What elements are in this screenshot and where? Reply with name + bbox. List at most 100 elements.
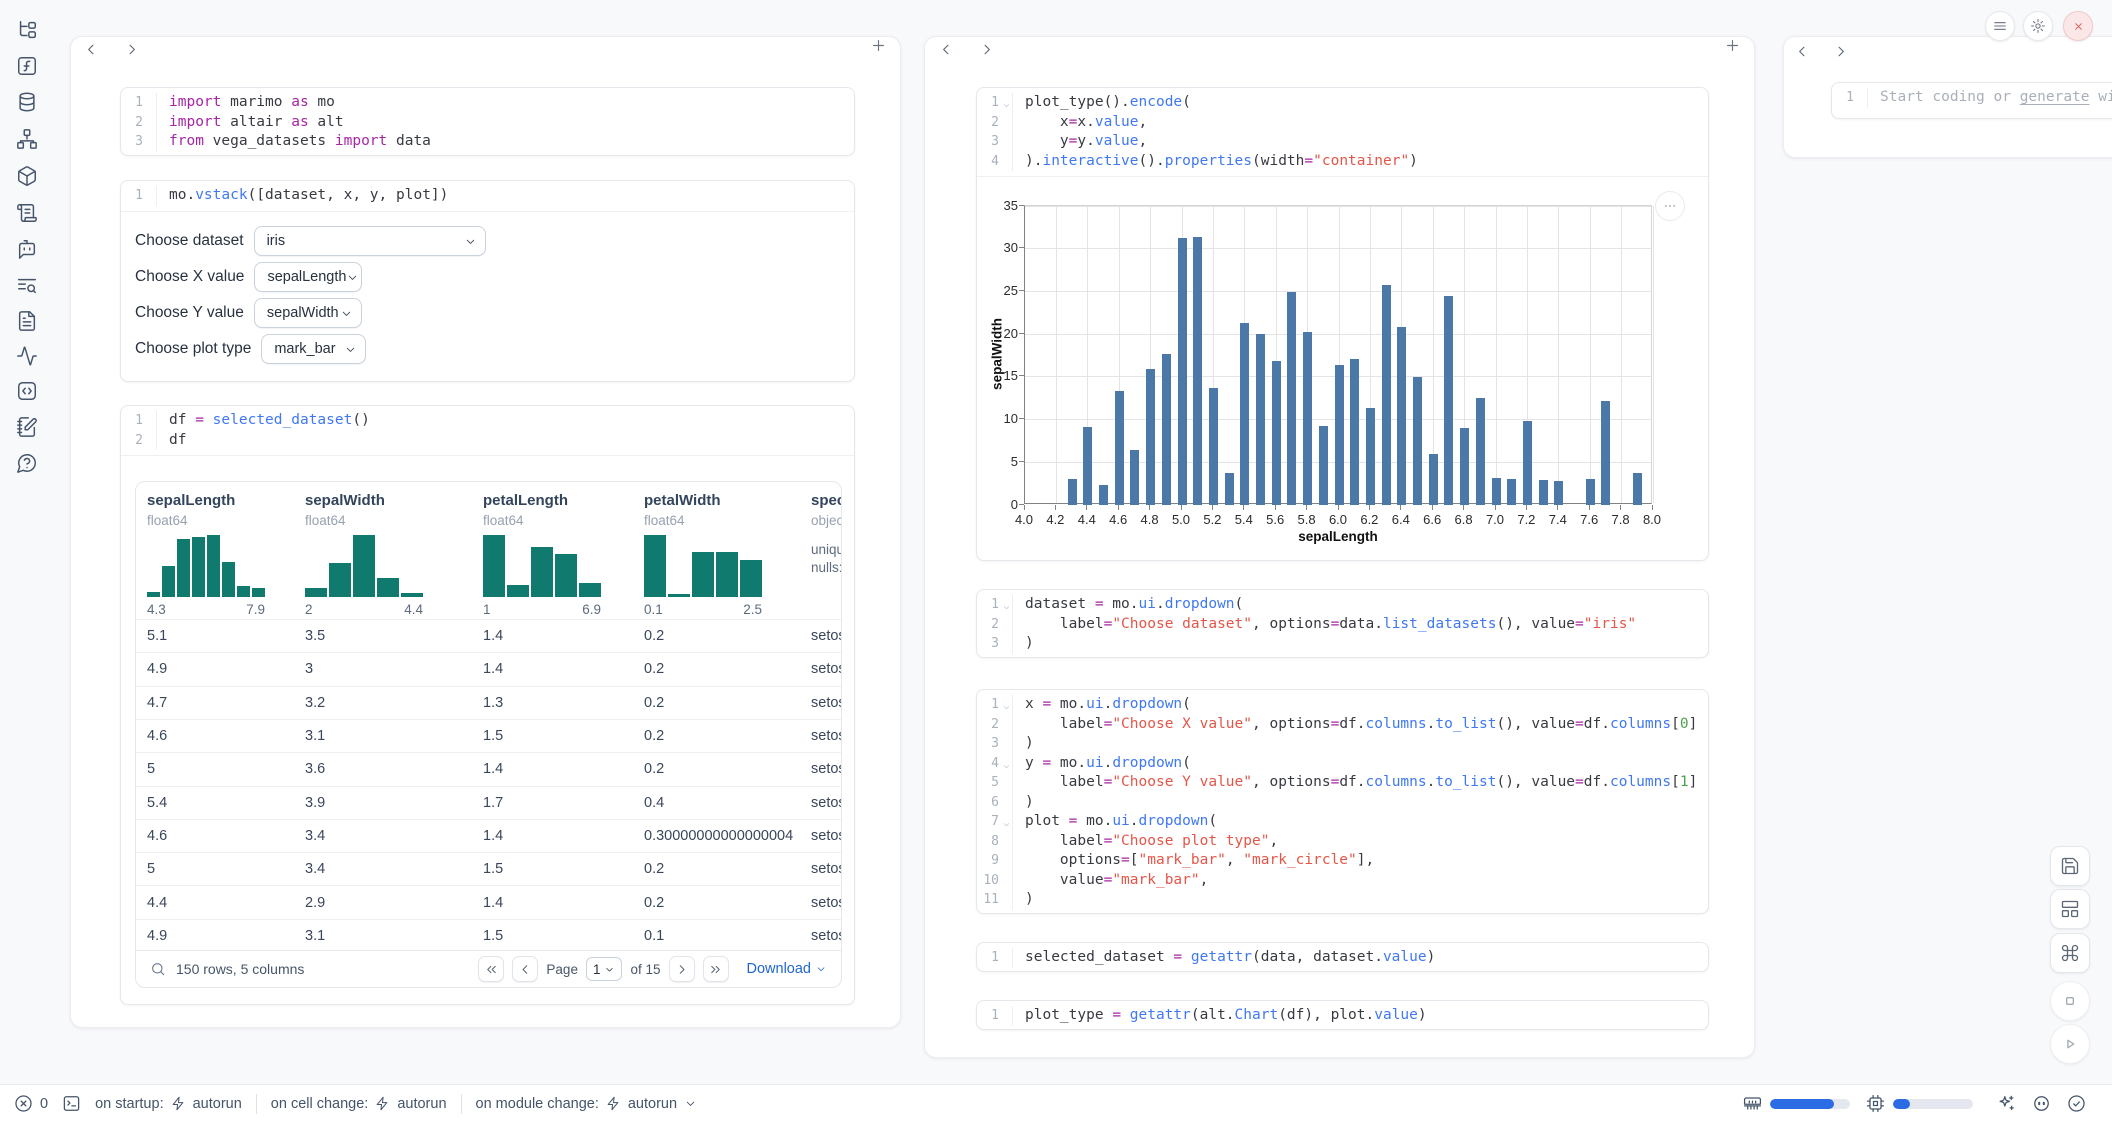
runtime-config-1[interactable]: on startup:autorun — [95, 1096, 242, 1112]
code-cell-plot-type[interactable]: 1plot_type = getattr(alt.Chart(df), plot… — [976, 1000, 1709, 1030]
config-value: autorun — [193, 1096, 242, 1112]
dropdown-label: Choose X value — [135, 268, 244, 286]
sidebar-bot-message-button[interactable] — [15, 237, 39, 261]
histogram-bar — [644, 535, 666, 597]
code-editor[interactable]: 1mo.vstack([dataset, x, y, plot]) — [121, 181, 854, 211]
chart-bar — [1460, 428, 1469, 505]
check-circle-icon[interactable] — [2067, 1094, 2086, 1113]
code-editor[interactable]: 1import marimo as mo2import altair as al… — [121, 88, 854, 157]
column-stat: nulls: — [811, 560, 842, 575]
code-cell-dataset-dropdown[interactable]: 1dataset = mo.ui.dropdown(2 label="Choos… — [976, 589, 1709, 658]
code-text: y = mo.ui.dropdown( — [1013, 754, 1191, 774]
code-cell-imports[interactable]: 1import marimo as mo2import altair as al… — [120, 87, 855, 156]
line-number: 2 — [977, 715, 1013, 735]
runtime-config-3[interactable]: on module change:autorun — [476, 1096, 698, 1112]
column-name[interactable]: sepalLength — [147, 492, 265, 509]
sidebar-list-search-button[interactable] — [15, 274, 39, 298]
sidebar-network-button[interactable] — [15, 127, 39, 151]
column-name[interactable]: petalLength — [483, 492, 601, 509]
code-line: 1dataset = mo.ui.dropdown( — [977, 595, 1708, 615]
dots-icon — [1660, 196, 1680, 216]
code-editor[interactable]: 1selected_dataset = getattr(data, datase… — [977, 943, 1708, 973]
empty-code-cell[interactable]: 1 Start coding or generate with AI — [1831, 82, 2112, 119]
play-button[interactable] — [2050, 1024, 2090, 1064]
next-page-button[interactable] — [669, 956, 695, 982]
table-cell: 0.4 — [644, 795, 664, 811]
code-editor[interactable]: 1df = selected_dataset()2df — [121, 406, 854, 455]
code-cell-xy-dropdowns[interactable]: 1x = mo.ui.dropdown(2 label="Choose X va… — [976, 689, 1709, 914]
code-editor[interactable]: 1dataset = mo.ui.dropdown(2 label="Choos… — [977, 590, 1708, 659]
runtime-config-2[interactable]: on cell change:autorun — [271, 1096, 447, 1112]
table-row: 4.63.11.50.2setosa — [136, 719, 841, 752]
line-number: 2 — [121, 431, 157, 451]
dropdown-choose-dataset[interactable]: iris — [254, 226, 486, 256]
chart-menu-button[interactable] — [1655, 191, 1685, 221]
table-cell: 5.4 — [147, 795, 167, 811]
scroll-right-button[interactable] — [978, 41, 995, 63]
last-page-button[interactable] — [703, 956, 729, 982]
sidebar-scroll-text-button[interactable] — [15, 201, 39, 225]
code-line: 2 x=x.value, — [977, 113, 1708, 133]
dropdown-choose-x-value[interactable]: sepalLength — [254, 262, 362, 292]
stop-button[interactable] — [2050, 981, 2090, 1021]
sidebar-help-circle-button[interactable] — [15, 451, 39, 475]
table-cell: 3.1 — [305, 928, 325, 944]
save-button[interactable] — [2050, 846, 2090, 886]
page-select[interactable]: 1 — [586, 957, 623, 981]
code-editor[interactable]: 1plot_type().encode(2 x=x.value,3 y=y.va… — [977, 88, 1708, 176]
table-cell: setosa — [811, 795, 842, 811]
scroll-right-button[interactable] — [123, 41, 140, 63]
x-tick-label: 8.0 — [1632, 512, 1672, 527]
table-cell: 3.1 — [305, 728, 325, 744]
sidebar-code-snippet-button[interactable] — [15, 379, 39, 403]
terminal-icon[interactable] — [62, 1094, 81, 1113]
scroll-left-button[interactable] — [938, 41, 955, 63]
sidebar-package-button[interactable] — [15, 164, 39, 188]
table-row: 4.63.41.40.30000000000000004setosa — [136, 819, 841, 852]
scroll-left-button[interactable] — [1794, 43, 1811, 65]
scroll-right-button[interactable] — [1832, 43, 1849, 65]
sidebar-activity-button[interactable] — [15, 344, 39, 368]
sparkles-icon[interactable] — [1997, 1094, 2016, 1113]
scroll-left-button[interactable] — [83, 41, 100, 63]
menu-button[interactable] — [1985, 11, 2015, 41]
line-number: 11 — [977, 890, 1013, 910]
close-button[interactable] — [2063, 11, 2093, 41]
download-button[interactable]: Download — [747, 961, 828, 977]
error-count-badge[interactable]: 0 — [14, 1094, 48, 1113]
sidebar-file-tree-button[interactable] — [15, 18, 39, 42]
sidebar-file-text-button[interactable] — [15, 309, 39, 333]
code-editor[interactable]: 1mo.vstack([dataset, x, y, plot]) — [121, 181, 854, 211]
generate-link[interactable]: generate — [2020, 89, 2090, 105]
column-name[interactable]: sepalWidth — [305, 492, 423, 509]
y-tick-mark — [1019, 375, 1024, 376]
settings-button[interactable] — [2023, 11, 2053, 41]
sidebar-notebook-pen-button[interactable] — [15, 415, 39, 439]
code-cell-selected-dataset[interactable]: 1selected_dataset = getattr(data, datase… — [976, 942, 1709, 972]
column-name[interactable]: petalWidth — [644, 492, 762, 509]
layout-button[interactable] — [2050, 889, 2090, 929]
add-cell-button[interactable] — [1724, 37, 1741, 59]
code-text: value="mark_bar", — [1013, 871, 1208, 891]
code-editor[interactable]: 1plot_type = getattr(alt.Chart(df), plot… — [977, 1001, 1708, 1031]
sidebar-database-button[interactable] — [15, 90, 39, 114]
chart-bar — [1350, 359, 1359, 505]
code-editor[interactable]: 1df = selected_dataset()2df — [121, 406, 854, 455]
column-name[interactable]: species — [811, 492, 842, 509]
sidebar-function-square-button[interactable] — [15, 54, 39, 78]
command-button[interactable] — [2050, 933, 2090, 973]
dropdown-choose-plot-type[interactable]: mark_bar — [261, 334, 366, 364]
table-column-header: sepalLengthfloat644.37.9 — [147, 492, 265, 617]
search-icon[interactable] — [150, 961, 166, 977]
code-editor[interactable]: 1x = mo.ui.dropdown(2 label="Choose X va… — [977, 690, 1708, 915]
chevron-down-icon — [815, 963, 827, 975]
table-cell: setosa — [811, 928, 842, 944]
add-cell-button[interactable] — [870, 37, 887, 59]
robot-icon[interactable] — [2032, 1094, 2051, 1113]
dropdown-choose-y-value[interactable]: sepalWidth — [254, 298, 362, 328]
chevron-down-icon — [464, 235, 477, 248]
code-editor[interactable]: 1plot_type().encode(2 x=x.value,3 y=y.va… — [977, 88, 1708, 176]
prev-page-button[interactable] — [512, 956, 538, 982]
chart-plot-area[interactable] — [1024, 205, 1652, 504]
first-page-button[interactable] — [478, 956, 504, 982]
